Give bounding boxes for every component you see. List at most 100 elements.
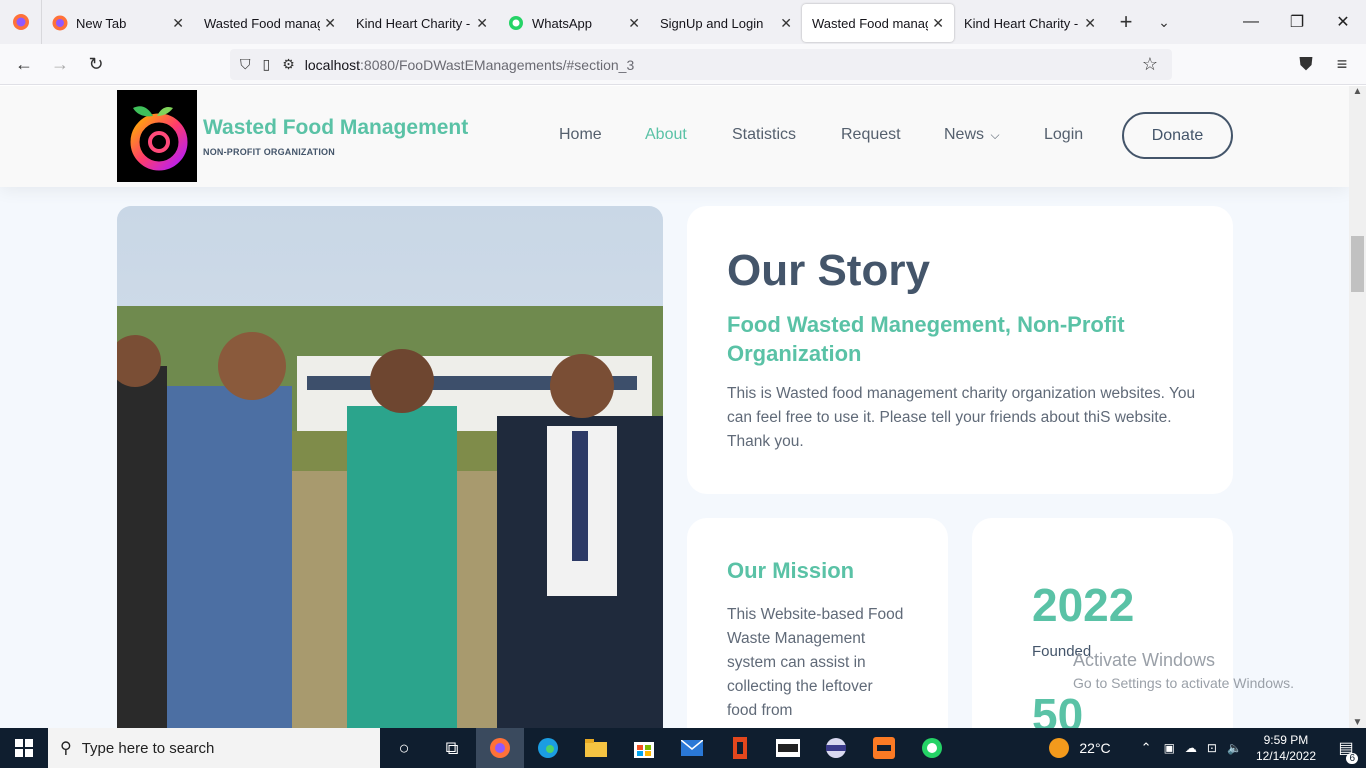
close-icon[interactable]: ✕ (628, 15, 640, 32)
chevron-up-icon[interactable]: ⌃ (1141, 740, 1152, 756)
tab-title: SignUp and Login (660, 15, 764, 31)
browser-tab[interactable]: SignUp and Login ✕ (650, 4, 802, 42)
tab-title: WhatsApp (532, 15, 592, 31)
close-icon[interactable]: ✕ (476, 15, 488, 32)
watermark-line2: Go to Settings to activate Windows. (1073, 675, 1294, 691)
clock-time: 9:59 PM (1263, 733, 1309, 747)
onedrive-icon[interactable]: ☁ (1185, 741, 1197, 755)
tab-title: Wasted Food manage (204, 15, 321, 31)
browser-tab-active[interactable]: Wasted Food manage ✕ (802, 4, 954, 42)
tab-title: Kind Heart Charity - N (356, 15, 473, 31)
tab-title: Kind Heart Charity - D (964, 15, 1081, 31)
app-globe-icon[interactable] (812, 728, 860, 768)
meet-now-icon[interactable]: ▣ (1164, 741, 1175, 755)
watermark-line1: Activate Windows (1073, 650, 1216, 670)
shield-icon[interactable]: ⛉ (240, 56, 251, 73)
taskbar-search-input[interactable]: ⚲ Type here to search (48, 728, 380, 768)
whatsapp-taskbar-icon[interactable] (908, 728, 956, 768)
browser-tab[interactable]: New Tab ✕ (42, 4, 194, 42)
tab-title: New Tab (76, 15, 127, 31)
volume-icon[interactable]: 🔈 (1227, 741, 1242, 755)
permissions-icon[interactable]: ⚙ (282, 56, 295, 73)
nav-news[interactable]: News ⌵ (944, 126, 1000, 144)
task-view-circle-icon[interactable]: ○ (380, 728, 428, 768)
brand-tagline: NON-PROFIT ORGANIZATION (203, 147, 335, 157)
windows-start-icon[interactable] (0, 728, 48, 768)
browser-tab[interactable]: Kind Heart Charity - D ✕ (954, 4, 1106, 42)
tab-title: Wasted Food manage (812, 15, 929, 31)
stat-value: 50 (1032, 689, 1084, 728)
weather-sun-icon[interactable] (1049, 738, 1070, 758)
browser-tab[interactable]: Wasted Food manage ✕ (194, 4, 346, 42)
notification-icon[interactable]: ▤ 6 (1326, 738, 1366, 764)
nav-about[interactable]: About (645, 126, 687, 144)
brand-name[interactable]: Wasted Food Management (203, 116, 468, 140)
chevron-down-icon[interactable]: ⌄ (1146, 14, 1182, 31)
close-icon[interactable]: ✕ (1084, 15, 1096, 32)
browser-tab[interactable]: Kind Heart Charity - N ✕ (346, 4, 498, 42)
restore-icon[interactable]: ❐ (1274, 0, 1320, 44)
logo-icon (130, 106, 188, 171)
page-viewport: Wasted Food Management NON-PROFIT ORGANI… (0, 86, 1349, 728)
firefox-menu-icon[interactable] (0, 0, 42, 44)
scroll-down-icon[interactable]: ▼ (1349, 717, 1366, 728)
story-subtitle: Food Wasted Manegement, Non-Profit Organ… (727, 312, 1125, 366)
page-icon: ▯ (262, 56, 271, 72)
whatsapp-icon (509, 16, 523, 30)
system-clock[interactable]: 9:59 PM 12/14/2022 (1246, 732, 1326, 764)
site-header: Wasted Food Management NON-PROFIT ORGANI… (0, 86, 1349, 187)
close-window-icon[interactable]: ✕ (1320, 0, 1366, 44)
nav-home[interactable]: Home (559, 126, 602, 144)
close-icon[interactable]: ✕ (324, 15, 336, 32)
windows-taskbar: ⚲ Type here to search ○ ⧉ 22°C ⌃ ▣ ☁ ⊡ 🔈 (0, 728, 1366, 768)
story-title: Our Story (727, 246, 930, 295)
nav-request[interactable]: Request (841, 126, 901, 144)
xampp-icon[interactable] (860, 728, 908, 768)
office-icon[interactable] (716, 728, 764, 768)
firefox-icon (52, 15, 68, 31)
bookmark-star-icon[interactable]: ☆ (1142, 54, 1158, 75)
task-view-icon[interactable]: ⧉ (428, 728, 476, 768)
close-icon[interactable]: ✕ (780, 15, 792, 32)
scrollbar-thumb[interactable] (1351, 236, 1364, 292)
store-icon[interactable] (620, 728, 668, 768)
search-placeholder: Type here to search (81, 739, 215, 757)
nav-statistics[interactable]: Statistics (732, 126, 796, 144)
scroll-up-icon[interactable]: ▲ (1349, 86, 1366, 97)
address-bar[interactable]: ⛉ ▯ ⚙ localhost:8080/FooDWastEManagement… (230, 49, 1172, 80)
activate-windows-watermark: Activate Windows Go to Settings to activ… (1073, 650, 1294, 691)
mission-text: This Website-based Food Waste Management… (727, 606, 904, 719)
donate-button[interactable]: Donate (1122, 112, 1233, 159)
browser-tab-strip: New Tab ✕ Wasted Food manage ✕ Kind Hear… (0, 0, 1366, 44)
url-path: :8080/FooDWastEManagements/#section_3 (360, 56, 635, 73)
new-tab-icon[interactable]: + (1106, 9, 1146, 35)
story-card: Our Story Food Wasted Manegement, Non-Pr… (687, 206, 1233, 494)
file-explorer-icon[interactable] (572, 728, 620, 768)
minimize-icon[interactable]: — (1228, 0, 1274, 44)
close-icon[interactable]: ✕ (172, 15, 184, 32)
stats-card: 2022 Founded 50 (972, 518, 1233, 728)
firefox-taskbar-icon[interactable] (476, 728, 524, 768)
hamburger-menu-icon[interactable]: ≡ (1324, 46, 1360, 82)
network-icon[interactable]: ⊡ (1207, 741, 1217, 755)
mail-icon[interactable] (668, 728, 716, 768)
stat-value: 2022 (1032, 579, 1135, 631)
browser-tab[interactable]: WhatsApp ✕ (498, 4, 650, 42)
notification-count: 6 (1346, 753, 1358, 764)
search-icon: ⚲ (60, 740, 72, 757)
pocket-icon[interactable]: ⛊ (1288, 46, 1324, 82)
site-logo[interactable] (117, 90, 197, 182)
close-icon[interactable]: ✕ (932, 15, 944, 32)
edge-icon[interactable] (524, 728, 572, 768)
browser-navbar: ← → ↻ ⛉ ▯ ⚙ localhost:8080/FooDWastEMana… (0, 44, 1366, 85)
nav-login[interactable]: Login (1044, 126, 1083, 144)
temperature[interactable]: 22°C (1079, 740, 1110, 756)
forward-arrow-icon[interactable]: → (42, 46, 78, 82)
reload-icon[interactable]: ↻ (78, 46, 114, 82)
story-text: This is Wasted food management charity o… (727, 385, 1196, 450)
mysql-workbench-icon[interactable] (764, 728, 812, 768)
back-arrow-icon[interactable]: ← (6, 46, 42, 82)
page-scrollbar[interactable]: ▲ ▼ (1349, 86, 1366, 728)
chevron-down-icon: ⌵ (990, 128, 1000, 142)
clock-date: 12/14/2022 (1255, 749, 1316, 763)
